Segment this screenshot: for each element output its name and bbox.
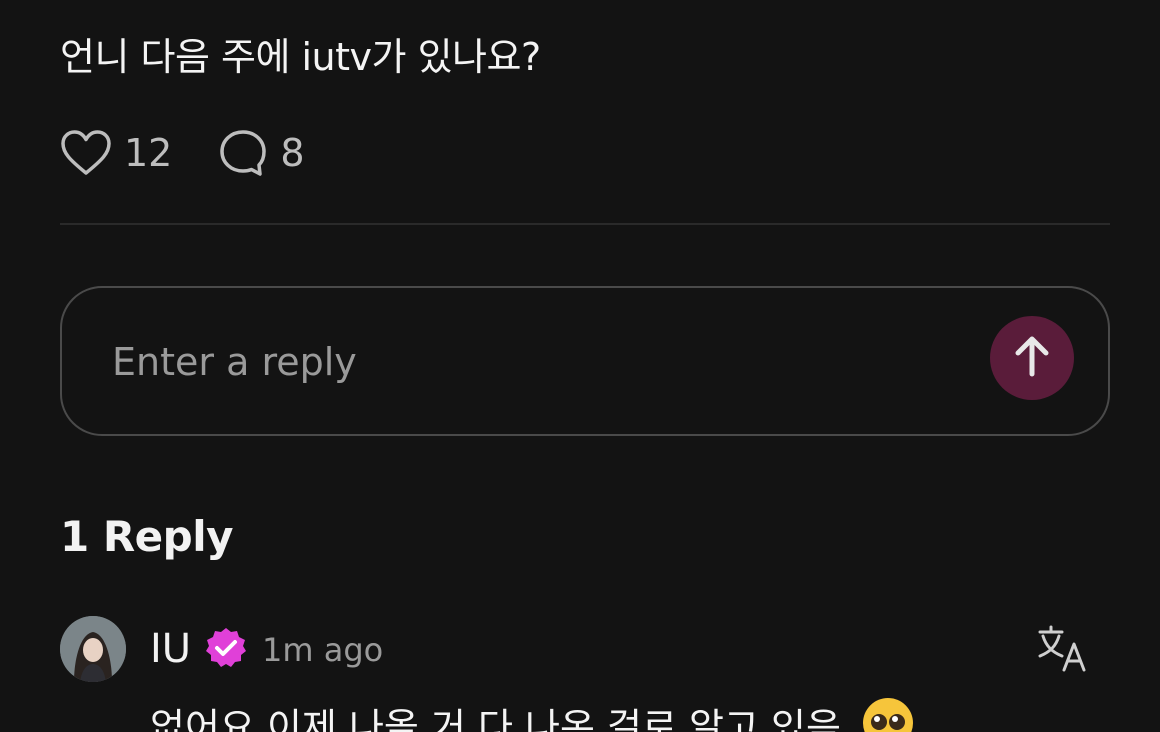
translate-button[interactable] bbox=[1036, 624, 1090, 678]
post-text: 언니 다음 주에 iutv가 있나요? bbox=[60, 35, 541, 79]
send-button[interactable] bbox=[990, 316, 1074, 400]
post-detail-page: 언니 다음 주에 iutv가 있나요? 12 8 Enter a reply 1… bbox=[0, 0, 1160, 732]
heart-outline-icon bbox=[60, 129, 112, 177]
pleading-face-emoji bbox=[861, 696, 915, 732]
replies-header: 1 Reply bbox=[60, 512, 234, 561]
reply-text: 없어요 이제 나올 거 다 나온 걸로 알고 있음 bbox=[150, 696, 915, 732]
reply-author[interactable]: IU bbox=[150, 624, 191, 674]
like-count: 12 bbox=[124, 131, 173, 175]
reply-input[interactable] bbox=[112, 332, 972, 392]
reply-text-content: 없어요 이제 나올 거 다 나온 걸로 알고 있음 bbox=[150, 705, 841, 732]
avatar[interactable] bbox=[60, 616, 126, 682]
translate-icon bbox=[1036, 625, 1090, 678]
reply-composer bbox=[60, 286, 1110, 436]
comment-button[interactable]: 8 bbox=[218, 128, 305, 178]
arrow-up-icon bbox=[1012, 334, 1052, 382]
post-stats: 12 8 bbox=[60, 126, 351, 180]
speech-bubble-icon bbox=[218, 128, 268, 178]
reply-time: 1m ago bbox=[262, 631, 384, 669]
divider bbox=[60, 223, 1110, 225]
reply-item: IU 1m ago 없어요 이제 나올 거 다 나온 걸로 알고 있음 bbox=[60, 616, 1110, 732]
like-button[interactable]: 12 bbox=[60, 129, 172, 177]
comment-count: 8 bbox=[280, 131, 305, 175]
verified-badge-icon bbox=[204, 626, 248, 674]
